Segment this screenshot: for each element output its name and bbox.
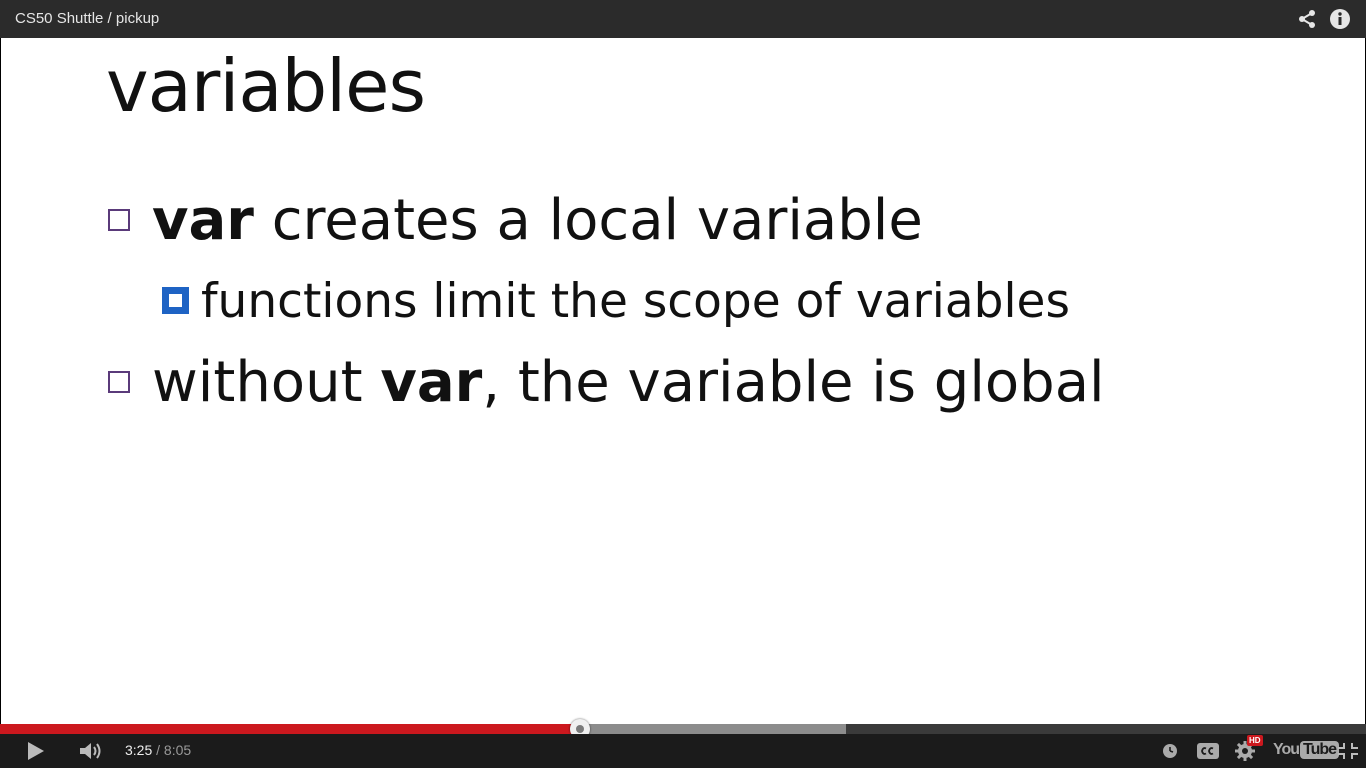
hd-badge: HD: [1247, 735, 1263, 746]
scrubber-dot: [576, 725, 585, 733]
clock-icon[interactable]: [1160, 734, 1180, 768]
bullet-1: var creates a local variable: [108, 188, 923, 253]
filled-square-bullet-icon: [162, 287, 189, 314]
sub-bullet-text: functions limit the scope of variables: [201, 274, 1070, 329]
video-title[interactable]: CS50 Shuttle / pickup: [15, 10, 159, 27]
current-time: 3:25: [125, 742, 153, 758]
bullet-2: without var, the variable is global: [108, 350, 1105, 415]
exit-fullscreen-icon[interactable]: [1336, 734, 1360, 768]
volume-icon[interactable]: [76, 734, 106, 768]
info-icon[interactable]: [1329, 8, 1351, 30]
share-icon[interactable]: [1296, 8, 1318, 30]
bullet-text: creates a local variable: [253, 188, 923, 253]
progress-bar[interactable]: [0, 719, 1366, 739]
played-progress: [0, 724, 581, 734]
bullet-keyword: var: [380, 350, 483, 415]
slide-title: variables: [106, 44, 426, 128]
square-bullet-icon: [108, 208, 130, 231]
bullet-prefix: without: [152, 350, 381, 415]
play-icon[interactable]: [22, 734, 48, 768]
video-frame[interactable]: variables var creates a local variable f…: [0, 38, 1366, 724]
sub-bullet-1: functions limit the scope of variables: [162, 274, 1070, 329]
logo-you: You: [1273, 741, 1300, 758]
square-bullet-icon: [108, 370, 130, 393]
bullet-text: , the variable is global: [482, 350, 1105, 415]
logo-tube: Tube: [1300, 741, 1340, 759]
duration: 8:05: [163, 742, 192, 758]
time-display: 3:25 / 8:05: [125, 742, 191, 758]
youtube-logo[interactable]: You Tube: [1273, 741, 1340, 759]
time-separator: /: [152, 742, 164, 758]
cc-icon[interactable]: [1196, 734, 1220, 768]
bullet-keyword: var: [152, 188, 254, 253]
title-bar: CS50 Shuttle / pickup: [0, 0, 1366, 38]
control-bar: 3:25 / 8:05 HD You Tube: [0, 734, 1366, 768]
